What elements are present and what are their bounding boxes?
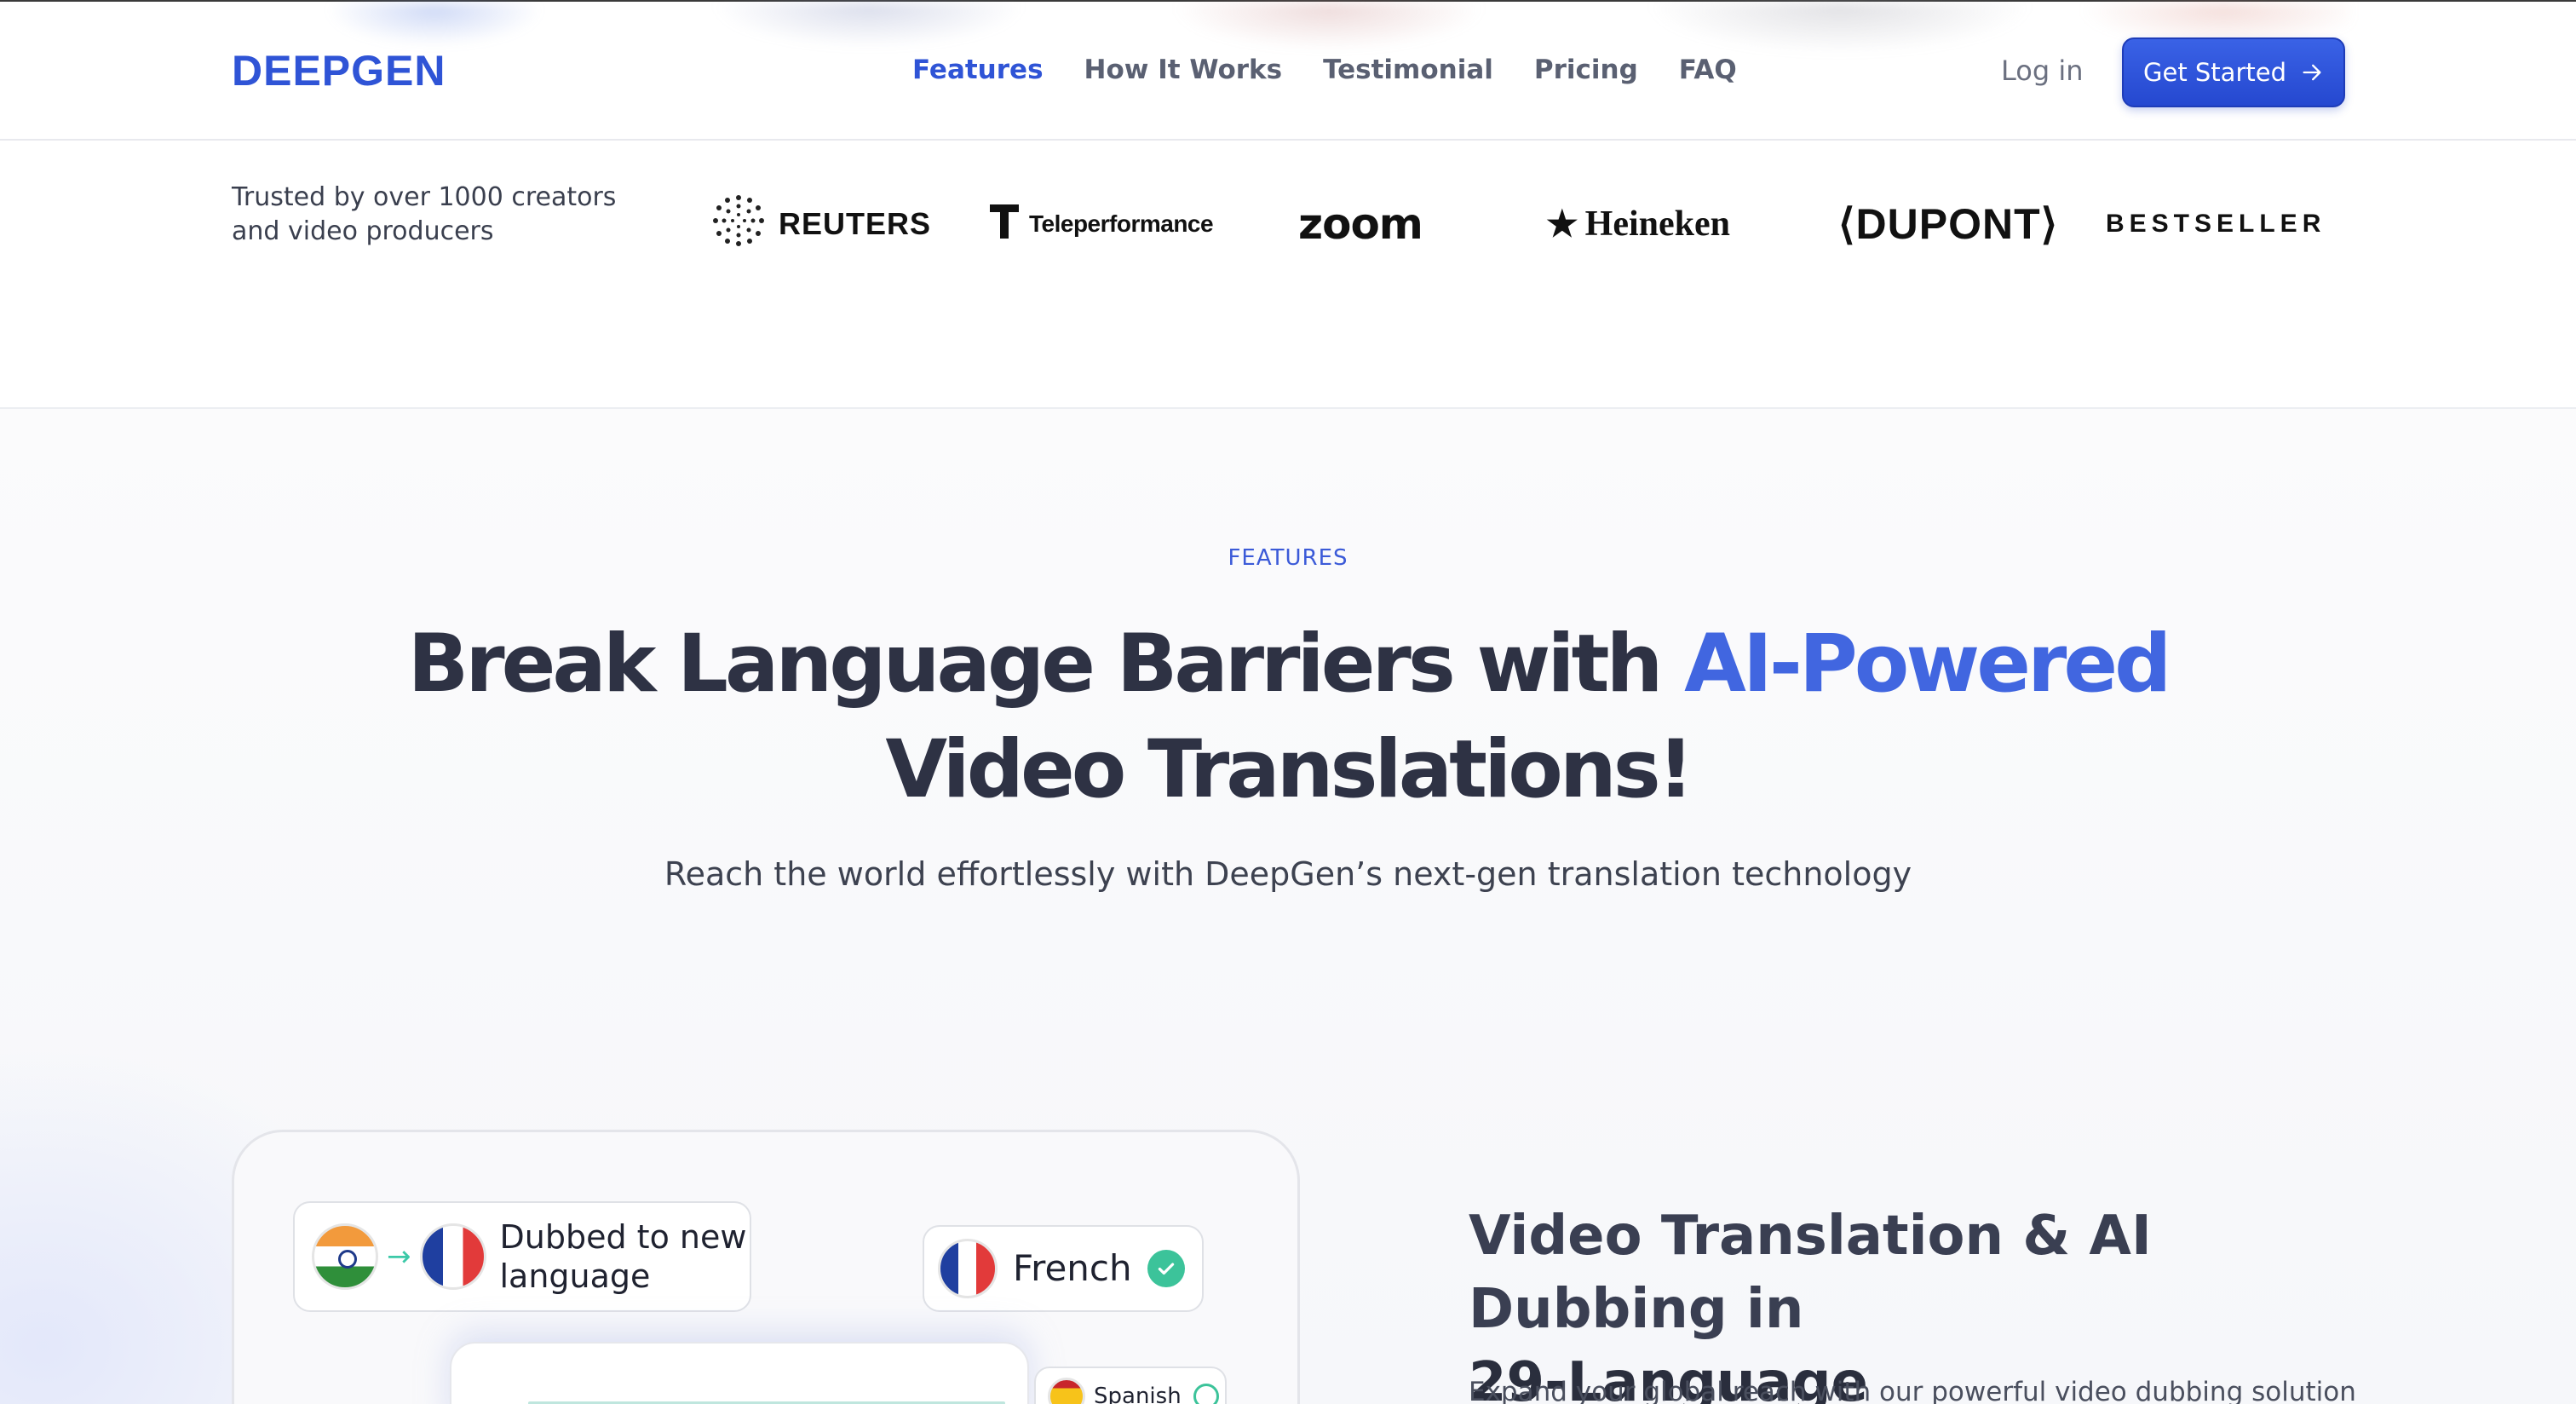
nav-link-features[interactable]: Features [912,55,1044,85]
heineken-wordmark: Heineken [1584,204,1730,244]
reuters-wordmark: REUTERS [779,206,932,241]
france-flag-icon [938,1239,998,1298]
navbar-background-blur [221,2,2351,104]
login-link[interactable]: Log in [2001,55,2084,87]
language-option-label: Spanish [1094,1384,1182,1404]
get-started-button[interactable]: Get Started [2122,37,2345,107]
brand-logo[interactable]: DEEPGEN [232,46,446,95]
brand-logo-heineken: ★ Heineken [1546,194,1730,254]
dupont-bracket-left-icon: ⟨ [1838,200,1856,248]
nav-link-faq[interactable]: FAQ [1679,55,1737,85]
radio-circle-icon [1193,1384,1219,1404]
features-eyebrow: FEATURES [1228,545,1348,571]
nav-link-pricing[interactable]: Pricing [1534,55,1638,85]
france-flag-icon [419,1223,486,1290]
dupont-wordmark: DUPONT [1855,200,2041,248]
check-circle-icon [1147,1250,1185,1287]
top-navbar: DEEPGEN Features How It Works Testimonia… [0,0,2576,141]
star-icon: ★ [1546,205,1578,245]
brand-logo-dupont: ⟨ DUPONT ⟩ [1838,194,2058,254]
language-chip-french[interactable]: French [923,1225,1204,1312]
dubbed-label: Dubbed to new language [499,1218,747,1295]
reuters-dots-icon [710,193,767,256]
get-started-label: Get Started [2143,58,2286,87]
video-preview-panel [450,1342,1029,1404]
nav-link-testimonial[interactable]: Testimonial [1323,55,1493,85]
language-option-spanish[interactable]: Spanish [1034,1367,1227,1404]
brand-logo-zoom: zoom [1298,199,1423,249]
language-chip-label: French [1013,1247,1132,1289]
nav-link-how-it-works[interactable]: How It Works [1084,55,1283,85]
feature-title-part1: Video Translation & AI Dubbing in [1469,1205,2152,1341]
brand-logo-teleperformance: Teleperformance [988,194,1214,254]
feature-title: Video Translation & AI Dubbing in 29-Lan… [1469,1200,2406,1404]
features-headline: Break Language Barriers with AI-Powered … [0,612,2576,823]
feature-description: Expand your global reach with our powerf… [1469,1377,2356,1404]
primary-nav: Features How It Works Testimonial Pricin… [912,55,1737,85]
arrow-right-icon: → [387,1240,411,1274]
headline-part1: Break Language Barriers with [407,618,1685,711]
arrow-right-icon [2300,60,2324,84]
teleperformance-mark-icon [988,201,1022,248]
dupont-bracket-right-icon: ⟩ [2040,200,2059,248]
features-subhead: Reach the world effortlessly with DeepGe… [664,855,1912,893]
india-flag-icon [312,1223,378,1290]
page: DEEPGEN Features How It Works Testimonia… [0,0,2576,1404]
brand-logo-reuters: REUTERS [710,194,931,254]
dubbed-badge: → Dubbed to new language [293,1201,751,1312]
brand-logo-bestseller: BESTSELLER [2106,210,2326,238]
headline-part2: Video Translations! [885,723,1693,816]
teleperformance-wordmark: Teleperformance [1029,210,1214,237]
spain-flag-icon [1048,1378,1085,1404]
headline-accent: AI-Powered [1684,618,2171,711]
trusted-by-text: Trusted by over 1000 creators and video … [232,182,617,246]
